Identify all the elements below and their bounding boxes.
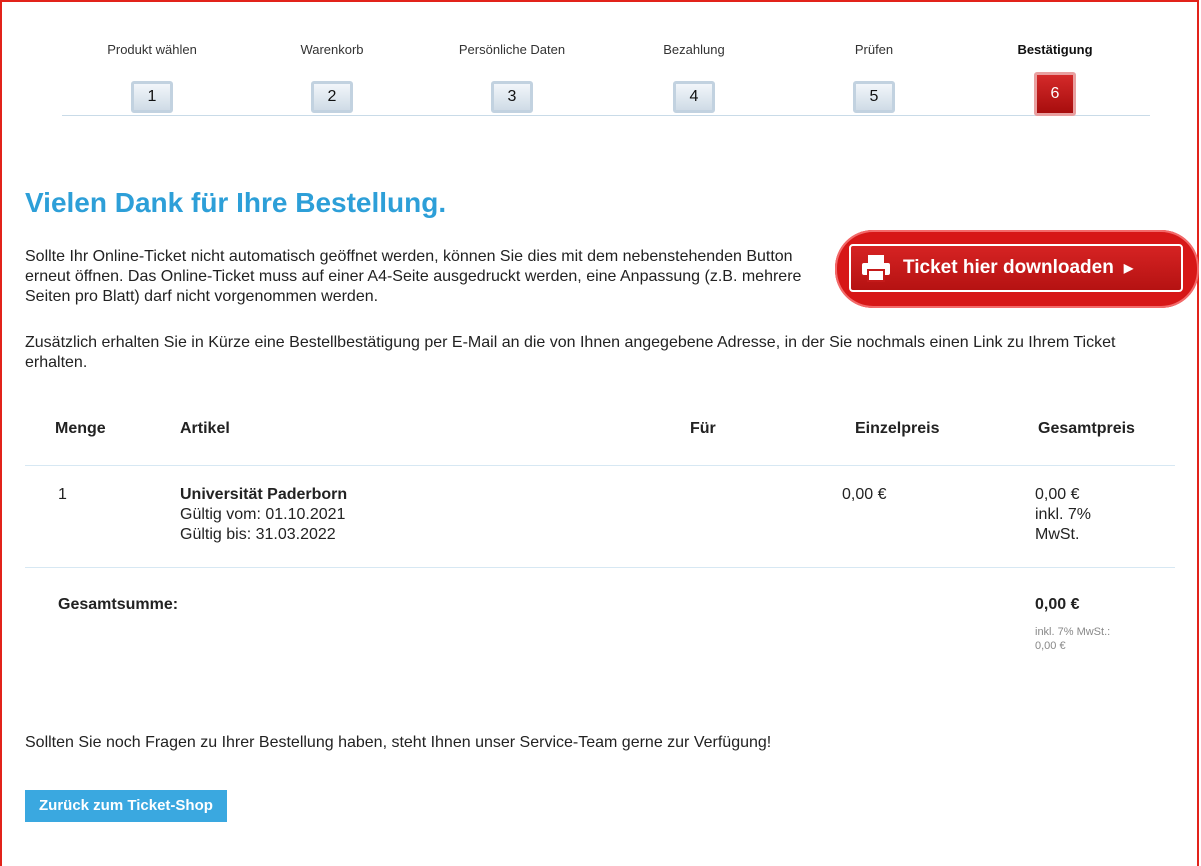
download-ticket-button[interactable]: Ticket hier downloaden ▶ (849, 244, 1183, 292)
header-artikel: Artikel (180, 420, 230, 437)
back-to-shop-button[interactable]: Zurück zum Ticket-Shop (25, 790, 227, 822)
step-label: Produkt wählen (107, 42, 197, 57)
row-menge: 1 (58, 486, 67, 503)
table-divider (25, 567, 1175, 568)
download-highlight: Ticket hier downloaden ▶ (835, 230, 1199, 308)
step-number: 5 (853, 81, 895, 113)
total-label: Gesamtsumme: (58, 596, 179, 613)
step-warenkorb[interactable]: Warenkorb 2 (252, 40, 412, 113)
row-valid-from: Gültig vom: 01.10.2021 (180, 506, 346, 523)
intro-text: Sollte Ihr Online-Ticket nicht automatis… (25, 248, 802, 305)
step-number: 3 (491, 81, 533, 113)
row-gesamtpreis-mwst: MwSt. (1035, 526, 1080, 543)
step-number: 1 (131, 81, 173, 113)
step-label: Persönliche Daten (458, 42, 566, 57)
header-fuer: Für (690, 420, 716, 437)
step-produkt[interactable]: Produkt wählen 1 (72, 40, 232, 113)
step-persoenliche-daten[interactable]: Persönliche Daten 3 (432, 40, 592, 113)
page-title: Vielen Dank für Ihre Bestellung. (25, 187, 447, 218)
step-label: Prüfen (854, 42, 894, 57)
service-text: Sollten Sie noch Fragen zu Ihrer Bestell… (25, 734, 772, 751)
row-valid-to: Gültig bis: 31.03.2022 (180, 526, 336, 543)
step-number: 4 (673, 81, 715, 113)
row-artikel-title: Universität Paderborn (180, 486, 348, 503)
email-info-text: Zusätzlich erhalten Sie in Kürze eine Be… (25, 334, 1116, 371)
header-menge: Menge (55, 420, 106, 437)
total-tax-note: inkl. 7% MwSt.: (1035, 626, 1111, 638)
download-ticket-label: Ticket hier downloaden (903, 257, 1114, 278)
table-divider (25, 465, 1175, 466)
header-gesamtpreis: Gesamtpreis (1038, 420, 1135, 437)
step-number: 2 (311, 81, 353, 113)
row-gesamtpreis: 0,00 € (1035, 486, 1080, 503)
step-label: Bestätigung (1017, 42, 1093, 57)
total-tax-value: 0,00 € (1035, 640, 1066, 652)
step-label: Warenkorb (300, 42, 364, 57)
step-label: Bezahlung (663, 42, 725, 57)
chevron-right-icon: ▶ (1123, 261, 1134, 275)
step-number-active: 6 (1034, 72, 1076, 116)
step-bezahlung[interactable]: Bezahlung 4 (614, 40, 774, 113)
printer-icon (861, 254, 891, 282)
row-einzelpreis: 0,00 € (842, 486, 887, 503)
step-bestaetigung: Bestätigung 6 (975, 40, 1135, 116)
header-einzelpreis: Einzelpreis (855, 420, 940, 437)
total-value: 0,00 € (1035, 596, 1080, 613)
step-pruefen[interactable]: Prüfen 5 (794, 40, 954, 113)
row-gesamtpreis-tax: inkl. 7% (1035, 506, 1092, 523)
checkout-stepper: Produkt wählen 1 Warenkorb 2 Persönliche… (62, 40, 1150, 140)
